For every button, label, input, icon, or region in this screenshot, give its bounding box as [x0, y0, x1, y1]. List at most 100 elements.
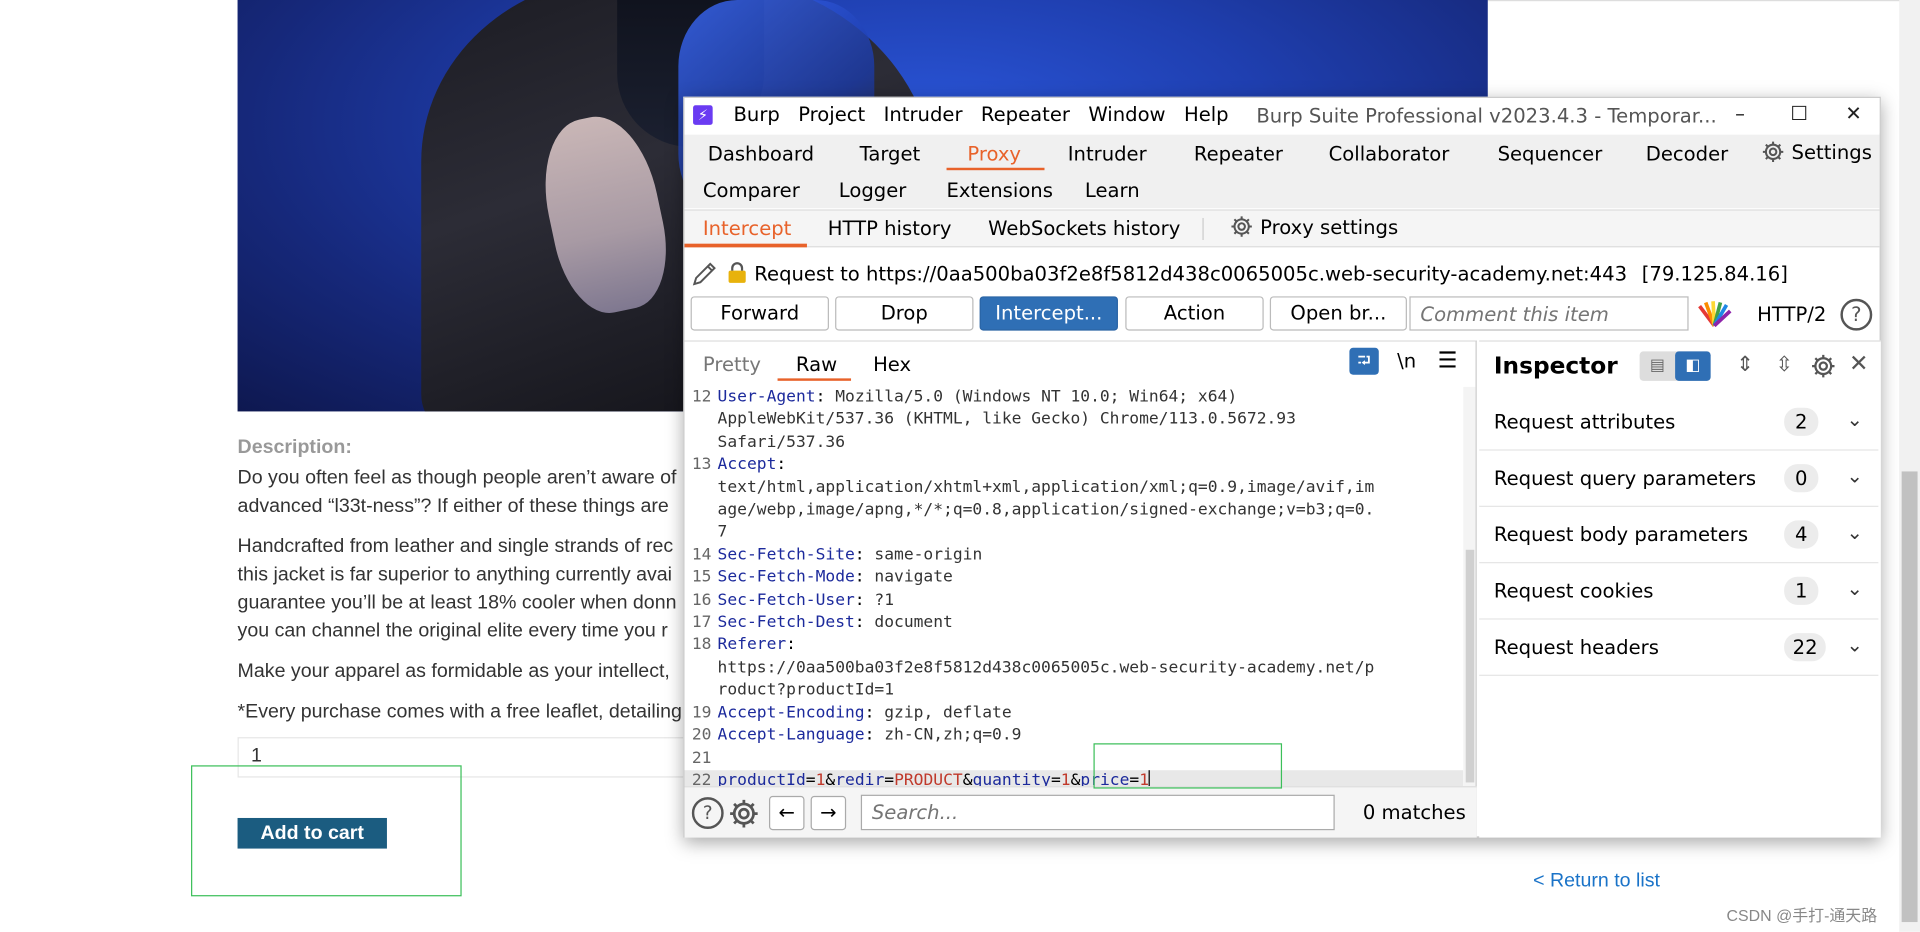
menu-project[interactable]: Project — [798, 103, 865, 126]
count-badge: 1 — [1784, 576, 1819, 605]
forward-button[interactable]: Forward — [690, 296, 829, 331]
count-badge: 2 — [1784, 407, 1819, 436]
proxy-subtabs: Intercept HTTP history WebSockets histor… — [684, 209, 1880, 248]
open-browser-button[interactable]: Open br... — [1269, 296, 1407, 331]
menu-repeater[interactable]: Repeater — [981, 103, 1070, 126]
tab-learn[interactable]: Learn — [1085, 179, 1140, 202]
action-button[interactable]: Action — [1125, 296, 1264, 331]
collapse-all-icon[interactable]: ⇳ — [1776, 353, 1793, 377]
section-label: Request cookies — [1493, 579, 1654, 603]
code-line: text/html,application/xhtml+xml,applicat… — [717, 478, 1375, 497]
description-text: *Every purchase comes with a free leafle… — [237, 701, 682, 723]
minimize-button[interactable]: – — [1735, 102, 1745, 125]
tab-target[interactable]: Target — [860, 142, 921, 165]
editor-scrollbar-thumb[interactable] — [1465, 549, 1475, 783]
chevron-down-icon[interactable]: ⌄ — [1847, 577, 1863, 600]
count-badge: 4 — [1784, 520, 1819, 549]
chevron-down-icon[interactable]: ⌄ — [1847, 633, 1863, 656]
menu-intruder[interactable]: Intruder — [884, 103, 963, 126]
inspector-section-query-params[interactable]: Request query parameters 0 ⌄ — [1479, 451, 1879, 507]
newline-toggle-icon[interactable]: \n — [1397, 349, 1416, 372]
gear-icon — [1762, 141, 1784, 163]
description-text: Do you often feel as though people aren’… — [237, 467, 677, 489]
tab-collaborator[interactable]: Collaborator — [1329, 142, 1450, 165]
code-line: 20 Accept-Language: zh-CN,zh;q=0.9 — [691, 726, 1022, 745]
menu-burp[interactable]: Burp — [733, 103, 779, 126]
return-to-list-link[interactable]: < Return to list — [1533, 871, 1660, 893]
inspector-section-body-params[interactable]: Request body parameters 4 ⌄ — [1479, 507, 1879, 564]
code-line: 19 Accept-Encoding: gzip, deflate — [691, 703, 1012, 723]
chevron-down-icon[interactable]: ⌄ — [1847, 520, 1863, 543]
tab-sequencer[interactable]: Sequencer — [1498, 142, 1603, 165]
menu-help[interactable]: Help — [1184, 103, 1229, 126]
chevron-down-icon[interactable]: ⌄ — [1847, 464, 1863, 487]
active-tab-indicator — [946, 167, 1045, 171]
view-tab-indicator — [777, 378, 852, 381]
gear-icon[interactable] — [1810, 353, 1837, 380]
code-line: 18 Referer: — [691, 636, 797, 655]
proxy-settings-button[interactable]: Proxy settings — [1229, 214, 1399, 239]
tab-dashboard[interactable]: Dashboard — [708, 142, 814, 165]
code-line: https://0aa500ba03f2e8f5812d438c0065005c… — [717, 658, 1375, 677]
count-badge: 22 — [1784, 633, 1827, 662]
hamburger-menu-icon[interactable]: ☰ — [1438, 348, 1458, 374]
code-line: age/webp,image/apng,*/*;q=0.8,applicatio… — [717, 500, 1375, 520]
burp-logo-icon: ⚡ — [693, 105, 713, 125]
view-tab-raw[interactable]: Raw — [796, 353, 837, 376]
request-ip: [79.125.84.16] — [1641, 261, 1788, 285]
expand-all-icon[interactable]: ⇕ — [1736, 353, 1753, 377]
subtab-http-history[interactable]: HTTP history — [828, 217, 952, 240]
tab-proxy[interactable]: Proxy — [967, 142, 1021, 165]
drop-button[interactable]: Drop — [835, 296, 974, 331]
description-text: you can channel the original elite every… — [237, 620, 668, 642]
layout-toggle[interactable]: ▤ ◧ — [1639, 351, 1711, 381]
word-wrap-icon[interactable]: ⮒ — [1349, 347, 1379, 375]
subtab-websockets-history[interactable]: WebSockets history — [988, 217, 1180, 240]
inspector-panel: Inspector ▤ ◧ ⇕ ⇳ ✕ Request attributes 2… — [1479, 340, 1881, 838]
inspector-section-headers[interactable]: Request headers 22 ⌄ — [1479, 620, 1879, 676]
http-version-selector[interactable]: HTTP/2 — [1757, 302, 1826, 325]
help-icon[interactable]: ? — [1840, 298, 1873, 331]
pencil-icon[interactable] — [691, 258, 720, 287]
tab-logger[interactable]: Logger — [839, 179, 907, 202]
section-label: Request attributes — [1493, 410, 1676, 434]
tab-repeater[interactable]: Repeater — [1194, 142, 1283, 165]
layout-side-icon[interactable]: ◧ — [1675, 351, 1711, 381]
tab-settings[interactable]: Settings — [1761, 140, 1872, 164]
arrow-right-icon[interactable]: → — [810, 795, 847, 831]
maximize-button[interactable]: ☐ — [1790, 102, 1808, 125]
inspector-section-request-attributes[interactable]: Request attributes 2 ⌄ — [1479, 394, 1879, 451]
subtab-intercept[interactable]: Intercept — [703, 217, 792, 240]
highlight-color-icon[interactable] — [1696, 299, 1733, 328]
close-window-button[interactable]: ✕ — [1845, 102, 1861, 125]
code-line: 7 — [717, 523, 728, 542]
help-icon[interactable]: ? — [691, 797, 724, 829]
code-line: 16 Sec-Fetch-User: ?1 — [691, 591, 895, 610]
search-input[interactable] — [860, 794, 1335, 831]
tab-extensions[interactable]: Extensions — [947, 179, 1053, 202]
main-tabs: Dashboard Target Proxy Intruder Repeater… — [684, 134, 1880, 209]
layout-stacked-icon[interactable]: ▤ — [1640, 351, 1676, 380]
view-tab-hex[interactable]: Hex — [873, 353, 911, 376]
chevron-down-icon[interactable]: ⌄ — [1847, 408, 1863, 431]
tab-comparer[interactable]: Comparer — [703, 179, 800, 202]
code-line: 14 Sec-Fetch-Site: same-origin — [691, 545, 983, 565]
close-icon[interactable]: ✕ — [1849, 350, 1868, 377]
title-bar: ⚡ Burp Project Intruder Repeater Window … — [684, 97, 1880, 134]
proxy-settings-label: Proxy settings — [1260, 215, 1399, 239]
page-scrollbar-thumb[interactable] — [1901, 471, 1918, 923]
description-text: guarantee you’ll be at least 18% cooler … — [237, 592, 677, 614]
section-label: Request headers — [1493, 635, 1659, 659]
view-tab-pretty[interactable]: Pretty — [703, 353, 761, 376]
tab-decoder[interactable]: Decoder — [1646, 142, 1728, 165]
arrow-left-icon[interactable]: ← — [768, 795, 805, 831]
menu-window[interactable]: Window — [1088, 103, 1165, 126]
search-bar: ? ← → 0 matches — [684, 786, 1477, 838]
inspector-section-cookies[interactable]: Request cookies 1 ⌄ — [1479, 563, 1879, 620]
subtab-indicator — [684, 243, 807, 248]
raw-request-text[interactable]: 12 User-Agent: Mozilla/5.0 (Windows NT 10… — [684, 387, 1464, 787]
intercept-toggle-button[interactable]: Intercept... — [979, 296, 1118, 331]
gear-icon[interactable] — [727, 797, 760, 830]
tab-intruder[interactable]: Intruder — [1068, 142, 1147, 165]
comment-field[interactable] — [1409, 296, 1689, 331]
